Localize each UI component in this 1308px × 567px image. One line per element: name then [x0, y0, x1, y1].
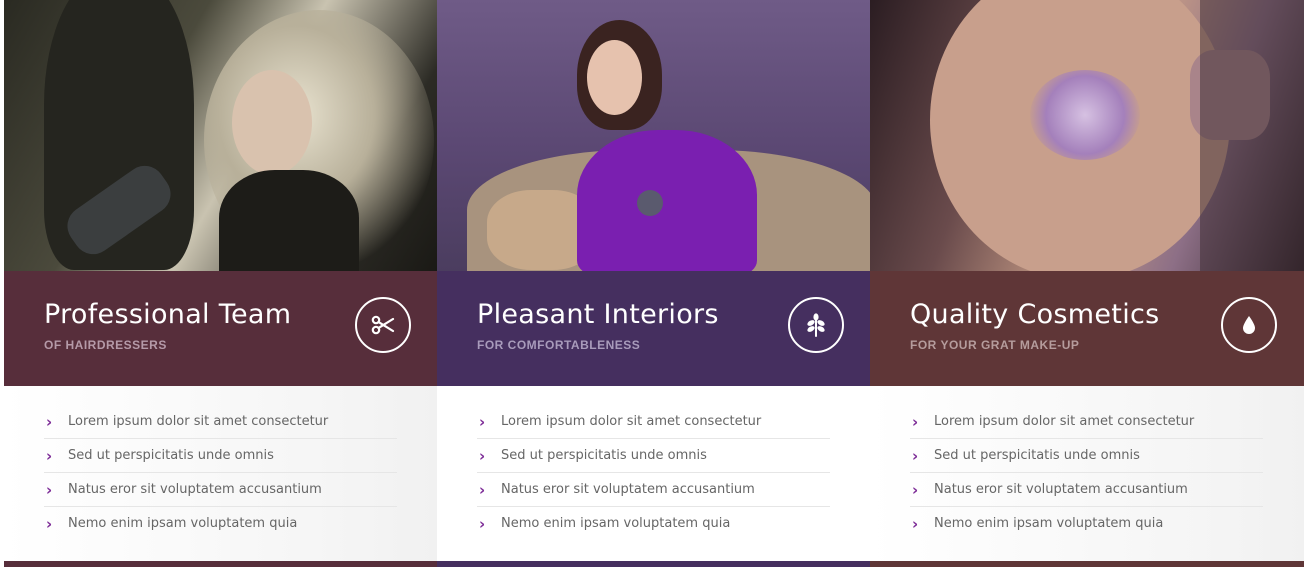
feature-subtitle: FOR YOUR GRAT MAKE-UP — [910, 338, 1080, 352]
list-item: › Sed ut perspicitatis unde omnis — [44, 439, 397, 473]
scissors-icon — [355, 297, 411, 353]
chevron-right-icon: › — [912, 480, 919, 499]
feature-card-interiors: Pleasant Interiors FOR COMFORTABLENESS ›… — [437, 0, 870, 567]
bottom-strip — [437, 561, 870, 567]
bottom-strip — [870, 561, 1304, 567]
chevron-right-icon: › — [912, 446, 919, 465]
cosmetics-photo — [870, 0, 1304, 271]
list-item: › Nemo enim ipsam voluptatem quia — [46, 514, 298, 533]
feature-list-area: › Lorem ipsum dolor sit amet consectetur … — [4, 386, 437, 561]
feature-header: Professional Team OF HAIRDRESSERS — [4, 271, 437, 386]
feature-list-area: › Lorem ipsum dolor sit amet consectetur … — [437, 386, 870, 561]
feature-list: › Lorem ipsum dolor sit amet consectetur … — [477, 405, 830, 540]
chevron-right-icon: › — [479, 446, 486, 465]
list-item: › Lorem ipsum dolor sit amet consectetur — [44, 405, 397, 439]
chevron-right-icon: › — [46, 412, 53, 431]
leaf-icon — [788, 297, 844, 353]
chevron-right-icon: › — [46, 480, 53, 499]
list-item: › Natus eror sit voluptatem accusantium — [44, 473, 397, 507]
feature-card-cosmetics: Quality Cosmetics FOR YOUR GRAT MAKE-UP … — [870, 0, 1304, 567]
drop-icon — [1221, 297, 1277, 353]
feature-subtitle: OF HAIRDRESSERS — [44, 338, 167, 352]
feature-list-area: › Lorem ipsum dolor sit amet consectetur … — [870, 386, 1304, 561]
hairdressers-photo — [4, 0, 437, 271]
feature-header: Quality Cosmetics FOR YOUR GRAT MAKE-UP — [870, 271, 1304, 386]
feature-title: Quality Cosmetics — [910, 299, 1160, 330]
feature-title: Professional Team — [44, 299, 292, 330]
chevron-right-icon: › — [912, 412, 919, 431]
chevron-right-icon: › — [479, 514, 486, 533]
feature-list: › Lorem ipsum dolor sit amet consectetur … — [44, 405, 397, 540]
list-item: › Lorem ipsum dolor sit amet consectetur — [477, 405, 830, 439]
feature-list: › Lorem ipsum dolor sit amet consectetur … — [910, 405, 1263, 540]
chevron-right-icon: › — [912, 514, 919, 533]
chevron-right-icon: › — [46, 514, 53, 533]
feature-header: Pleasant Interiors FOR COMFORTABLENESS — [437, 271, 870, 386]
feature-subtitle: FOR COMFORTABLENESS — [477, 338, 641, 352]
feature-title: Pleasant Interiors — [477, 299, 719, 330]
list-item: › Natus eror sit voluptatem accusantium — [477, 473, 830, 507]
list-item: › Sed ut perspicitatis unde omnis — [477, 439, 830, 473]
list-item: › Lorem ipsum dolor sit amet consectetur — [910, 405, 1263, 439]
feature-card-hairdressers: Professional Team OF HAIRDRESSERS › Lorem… — [4, 0, 437, 567]
list-item: › Sed ut perspicitatis unde omnis — [910, 439, 1263, 473]
list-item: › Nemo enim ipsam voluptatem quia — [479, 514, 731, 533]
chevron-right-icon: › — [479, 412, 486, 431]
list-item: › Nemo enim ipsam voluptatem quia — [912, 514, 1164, 533]
features-section: Professional Team OF HAIRDRESSERS › Lorem… — [4, 0, 1304, 567]
interiors-photo — [437, 0, 870, 271]
chevron-right-icon: › — [479, 480, 486, 499]
chevron-right-icon: › — [46, 446, 53, 465]
bottom-strip — [4, 561, 437, 567]
list-item: › Natus eror sit voluptatem accusantium — [910, 473, 1263, 507]
